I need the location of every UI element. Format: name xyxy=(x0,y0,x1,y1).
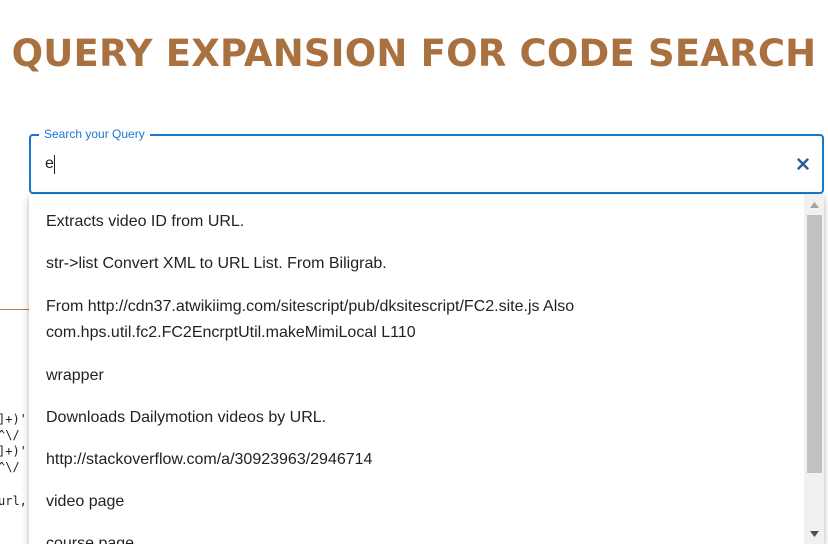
code-line: ^\/ xyxy=(0,428,20,442)
suggestion-option[interactable]: str->list Convert XML to URL List. From … xyxy=(29,243,804,285)
suggestions-dropdown: Extracts video ID from URL. str->list Co… xyxy=(29,195,824,544)
suggestion-option[interactable]: video page xyxy=(29,481,804,523)
triangle-down-icon xyxy=(809,531,819,537)
suggestion-option[interactable]: From http://cdn37.atwikiimg.com/sitescri… xyxy=(29,285,804,355)
triangle-up-icon xyxy=(809,202,819,208)
suggestion-option[interactable]: Downloads Dailymotion videos by URL. xyxy=(29,397,804,439)
text-caret xyxy=(54,155,55,174)
scroll-down-button[interactable] xyxy=(804,526,824,542)
search-label: Search your Query xyxy=(39,127,150,141)
suggestions-list: Extracts video ID from URL. str->list Co… xyxy=(29,195,804,544)
suggestion-option[interactable]: Extracts video ID from URL. xyxy=(29,201,804,243)
dropdown-scrollbar[interactable] xyxy=(804,195,824,544)
suggestion-option[interactable]: course page xyxy=(29,523,804,544)
code-line: ^\/ xyxy=(0,460,20,474)
page-title: QUERY EXPANSION FOR CODE SEARCH xyxy=(11,32,817,75)
code-line: ]+)' xyxy=(0,444,27,458)
background-code-snippet: ]+)' ^\/ ]+)' ^\/ xyxy=(0,411,28,475)
scroll-thumb[interactable] xyxy=(807,215,822,473)
code-line: ]+)' xyxy=(0,412,27,426)
clear-button[interactable] xyxy=(792,153,814,175)
suggestion-option[interactable]: wrapper xyxy=(29,355,804,397)
suggestion-option[interactable]: http://stackoverflow.com/a/30923963/2946… xyxy=(29,439,804,481)
close-icon xyxy=(797,158,809,170)
search-field[interactable]: Search your Query xyxy=(29,127,824,194)
background-code-tail: url, xyxy=(0,494,27,508)
search-input[interactable] xyxy=(45,150,765,178)
scroll-up-button[interactable] xyxy=(804,197,824,213)
